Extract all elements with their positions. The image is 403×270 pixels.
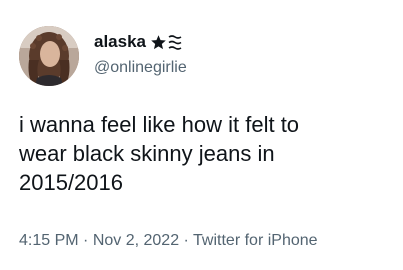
- user-handle[interactable]: @onlinegirlie: [94, 59, 187, 77]
- tweet-source[interactable]: Twitter for iPhone: [193, 232, 318, 249]
- meta-separator: ·: [78, 232, 93, 249]
- tweet-date[interactable]: Nov 2, 2022: [93, 232, 179, 249]
- star-icon: [151, 34, 166, 49]
- tweet-text: i wanna feel like how it felt to wear bl…: [19, 112, 300, 195]
- avatar-image: [19, 26, 79, 86]
- tweet-time[interactable]: 4:15 PM: [19, 232, 79, 249]
- tweet-meta: 4:15 PM · Nov 2, 2022 · Twitter for iPho…: [19, 232, 318, 250]
- triple-wave-symbol-icon: [168, 34, 182, 50]
- avatar[interactable]: [19, 26, 79, 86]
- display-name[interactable]: alaska: [94, 32, 146, 52]
- tweet-card: alaska @onlinegirlie i wanna feel like h…: [0, 0, 403, 270]
- meta-separator: ·: [179, 232, 194, 249]
- name-row: alaska: [94, 31, 182, 53]
- name-emoji: [150, 34, 182, 51]
